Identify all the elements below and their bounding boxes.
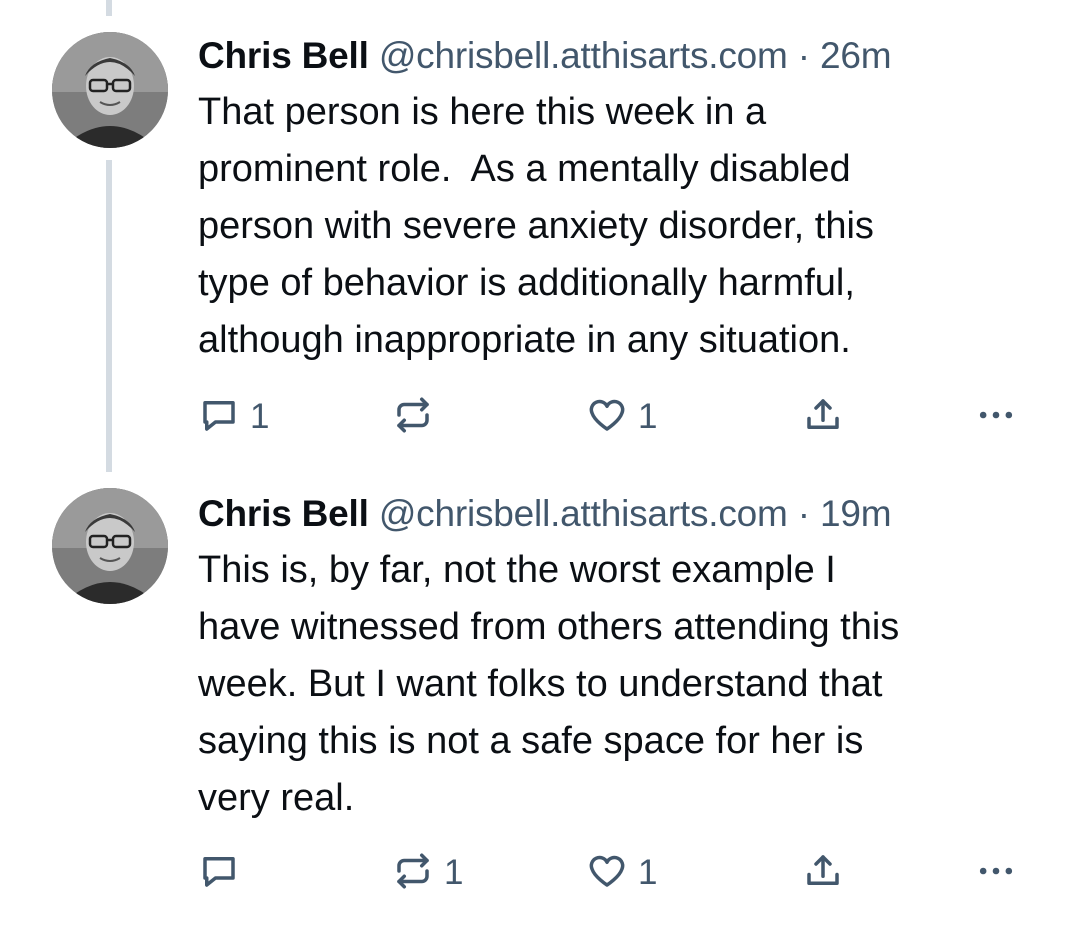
author-handle[interactable]: @chrisbell.atthisarts.com bbox=[379, 35, 788, 76]
post-meta: Chris Bell @chrisbell.atthisarts.com · 2… bbox=[198, 28, 1040, 84]
post-actions: 1 1 bbox=[198, 392, 1028, 442]
reply-button[interactable] bbox=[198, 848, 250, 898]
repost-icon bbox=[392, 850, 434, 897]
meta-separator: · bbox=[797, 35, 810, 76]
reply-button[interactable]: 1 bbox=[198, 392, 269, 442]
post-body: Chris Bell @chrisbell.atthisarts.com · 1… bbox=[198, 486, 1040, 827]
post-actions: 1 1 bbox=[198, 848, 1028, 898]
post[interactable]: Chris Bell @chrisbell.atthisarts.com · 2… bbox=[0, 0, 1080, 470]
avatar[interactable] bbox=[52, 32, 168, 148]
share-button[interactable] bbox=[802, 392, 844, 442]
more-icon bbox=[974, 849, 1018, 898]
like-button[interactable]: 1 bbox=[586, 392, 657, 442]
like-count: 1 bbox=[638, 853, 658, 892]
post-text: This is, by far, not the worst example I… bbox=[198, 549, 900, 819]
meta-separator: · bbox=[797, 493, 810, 534]
repost-button[interactable] bbox=[392, 392, 444, 442]
post-meta: Chris Bell @chrisbell.atthisarts.com · 1… bbox=[198, 486, 1040, 542]
author-handle[interactable]: @chrisbell.atthisarts.com bbox=[379, 493, 788, 534]
reply-icon bbox=[198, 394, 240, 441]
share-button[interactable] bbox=[802, 848, 844, 898]
avatar-photo bbox=[52, 488, 168, 604]
avatar[interactable] bbox=[52, 488, 168, 604]
reply-icon bbox=[198, 850, 240, 897]
repost-count: 1 bbox=[444, 853, 464, 892]
post-age[interactable]: 19m bbox=[820, 493, 892, 534]
avatar-photo bbox=[52, 32, 168, 148]
heart-icon bbox=[586, 394, 628, 441]
like-count: 1 bbox=[638, 397, 658, 436]
share-icon bbox=[802, 394, 844, 441]
more-options-button[interactable] bbox=[974, 848, 1018, 898]
share-icon bbox=[802, 850, 844, 897]
post[interactable]: Chris Bell @chrisbell.atthisarts.com · 1… bbox=[0, 470, 1080, 926]
like-button[interactable]: 1 bbox=[586, 848, 657, 898]
repost-icon bbox=[392, 394, 434, 441]
author-name[interactable]: Chris Bell bbox=[198, 35, 369, 76]
post-body: Chris Bell @chrisbell.atthisarts.com · 2… bbox=[198, 28, 1040, 369]
author-name[interactable]: Chris Bell bbox=[198, 493, 369, 534]
heart-icon bbox=[586, 850, 628, 897]
post-age[interactable]: 26m bbox=[820, 35, 892, 76]
reply-count: 1 bbox=[250, 397, 270, 436]
more-icon bbox=[974, 393, 1018, 442]
repost-button[interactable]: 1 bbox=[392, 848, 463, 898]
post-text: That person is here this week in a promi… bbox=[198, 91, 874, 361]
more-options-button[interactable] bbox=[974, 392, 1018, 442]
